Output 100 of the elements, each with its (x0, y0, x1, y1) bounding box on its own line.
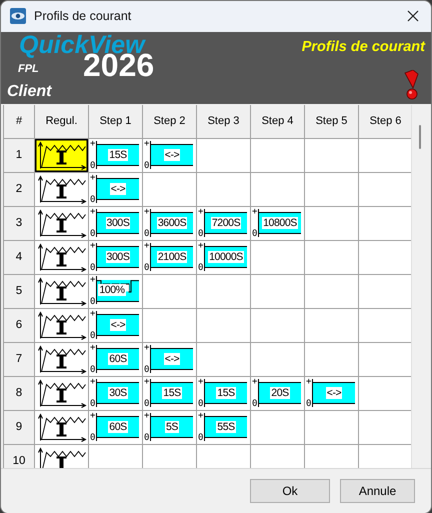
column-header[interactable]: Step 1 (89, 104, 142, 138)
step-block[interactable]: <-> (96, 314, 139, 336)
step-cell[interactable] (359, 410, 412, 444)
step-cell[interactable]: + 0 2100S (143, 240, 196, 274)
current-graph-icon[interactable] (35, 308, 88, 342)
step-cell[interactable]: + 0 10800S (251, 206, 304, 240)
step-cell[interactable]: + 0 30S (89, 376, 142, 410)
step-block[interactable]: 10000S (204, 246, 247, 268)
step-cell[interactable] (251, 308, 304, 342)
step-block[interactable]: 300S (96, 212, 139, 234)
step-cell[interactable]: + 0 20S (251, 376, 304, 410)
column-header[interactable]: # (4, 104, 34, 138)
step-cell[interactable] (305, 138, 358, 172)
step-cell[interactable] (197, 274, 250, 308)
step-cell[interactable] (143, 172, 196, 206)
step-cell[interactable] (89, 444, 142, 468)
step-cell[interactable] (251, 274, 304, 308)
step-block[interactable]: 60S (96, 348, 139, 370)
step-cell[interactable] (143, 274, 196, 308)
step-block[interactable]: <-> (96, 178, 139, 200)
ok-button[interactable]: Ok (250, 478, 330, 503)
step-cell[interactable] (143, 308, 196, 342)
step-cell[interactable] (197, 138, 250, 172)
step-cell[interactable] (359, 274, 412, 308)
step-cell[interactable]: + 0 <-> (143, 342, 196, 376)
current-graph-icon[interactable] (35, 444, 88, 468)
step-block[interactable]: 15S (204, 382, 247, 404)
current-graph-icon[interactable] (35, 206, 88, 240)
step-cell[interactable]: + 0 15S (143, 376, 196, 410)
step-cell[interactable] (359, 240, 412, 274)
step-cell[interactable]: + 0 60S (89, 410, 142, 444)
column-header[interactable]: Step 3 (197, 104, 250, 138)
step-cell[interactable]: + 0 100% (89, 274, 142, 308)
current-graph-icon[interactable] (35, 240, 88, 274)
step-block[interactable]: <-> (150, 144, 193, 166)
step-cell[interactable] (359, 172, 412, 206)
step-cell[interactable] (251, 410, 304, 444)
step-cell[interactable] (251, 172, 304, 206)
step-block[interactable]: 55S (204, 416, 247, 438)
cancel-button[interactable]: Annule (340, 478, 415, 503)
step-cell[interactable]: + 0 7200S (197, 206, 250, 240)
current-graph-icon[interactable] (35, 410, 88, 444)
step-block[interactable]: 300S (96, 246, 139, 268)
step-block[interactable]: 60S (96, 416, 139, 438)
step-cell[interactable] (305, 308, 358, 342)
step-cell[interactable] (305, 274, 358, 308)
step-cell[interactable] (305, 172, 358, 206)
step-cell[interactable] (359, 206, 412, 240)
step-block[interactable]: 7200S (204, 212, 247, 234)
step-cell[interactable]: + 0 15S (89, 138, 142, 172)
step-cell[interactable] (359, 138, 412, 172)
step-block[interactable]: 3600S (150, 212, 193, 234)
step-block[interactable]: <-> (312, 382, 355, 404)
step-cell[interactable]: + 0 55S (197, 410, 250, 444)
exclamation-icon[interactable] (403, 70, 419, 100)
step-cell[interactable] (197, 444, 250, 468)
step-cell[interactable] (251, 138, 304, 172)
step-cell[interactable]: + 0 3600S (143, 206, 196, 240)
step-cell[interactable] (143, 444, 196, 468)
step-cell[interactable]: + 0 15S (197, 376, 250, 410)
scrollbar[interactable] (411, 104, 429, 468)
scrollbar-thumb[interactable] (419, 124, 421, 149)
column-header[interactable]: Step 4 (251, 104, 304, 138)
step-cell[interactable] (359, 376, 412, 410)
step-cell[interactable] (251, 240, 304, 274)
step-block[interactable]: 30S (96, 382, 139, 404)
step-cell[interactable] (359, 444, 412, 468)
step-block[interactable]: 2100S (150, 246, 193, 268)
current-graph-icon[interactable] (35, 172, 88, 206)
step-block[interactable]: 15S (96, 144, 139, 166)
step-block[interactable]: <-> (150, 348, 193, 370)
step-cell[interactable] (305, 206, 358, 240)
current-graph-icon[interactable] (35, 376, 88, 410)
step-cell[interactable]: + 0 <-> (305, 376, 358, 410)
current-graph-icon[interactable] (35, 138, 88, 172)
step-cell[interactable] (305, 240, 358, 274)
step-cell[interactable] (251, 444, 304, 468)
step-block[interactable]: 15S (150, 382, 193, 404)
current-graph-icon[interactable] (35, 342, 88, 376)
step-cell[interactable] (305, 410, 358, 444)
step-cell[interactable] (197, 342, 250, 376)
step-block[interactable]: 10800S (258, 212, 301, 234)
step-block[interactable]: 5S (150, 416, 193, 438)
step-cell[interactable]: + 0 300S (89, 206, 142, 240)
step-cell[interactable]: + 0 <-> (89, 308, 142, 342)
column-header[interactable]: Step 6 (359, 104, 412, 138)
step-cell[interactable] (359, 308, 412, 342)
step-cell[interactable]: + 0 10000S (197, 240, 250, 274)
step-cell[interactable] (197, 308, 250, 342)
column-header[interactable]: Step 2 (143, 104, 196, 138)
column-header[interactable]: Step 5 (305, 104, 358, 138)
step-cell[interactable] (305, 444, 358, 468)
step-cell[interactable] (251, 342, 304, 376)
close-icon[interactable] (407, 10, 419, 22)
step-block[interactable]: 20S (258, 382, 301, 404)
step-cell[interactable]: + 0 <-> (89, 172, 142, 206)
current-graph-icon[interactable] (35, 274, 88, 308)
step-cell[interactable] (359, 342, 412, 376)
step-cell[interactable] (197, 172, 250, 206)
step-cell[interactable]: + 0 300S (89, 240, 142, 274)
